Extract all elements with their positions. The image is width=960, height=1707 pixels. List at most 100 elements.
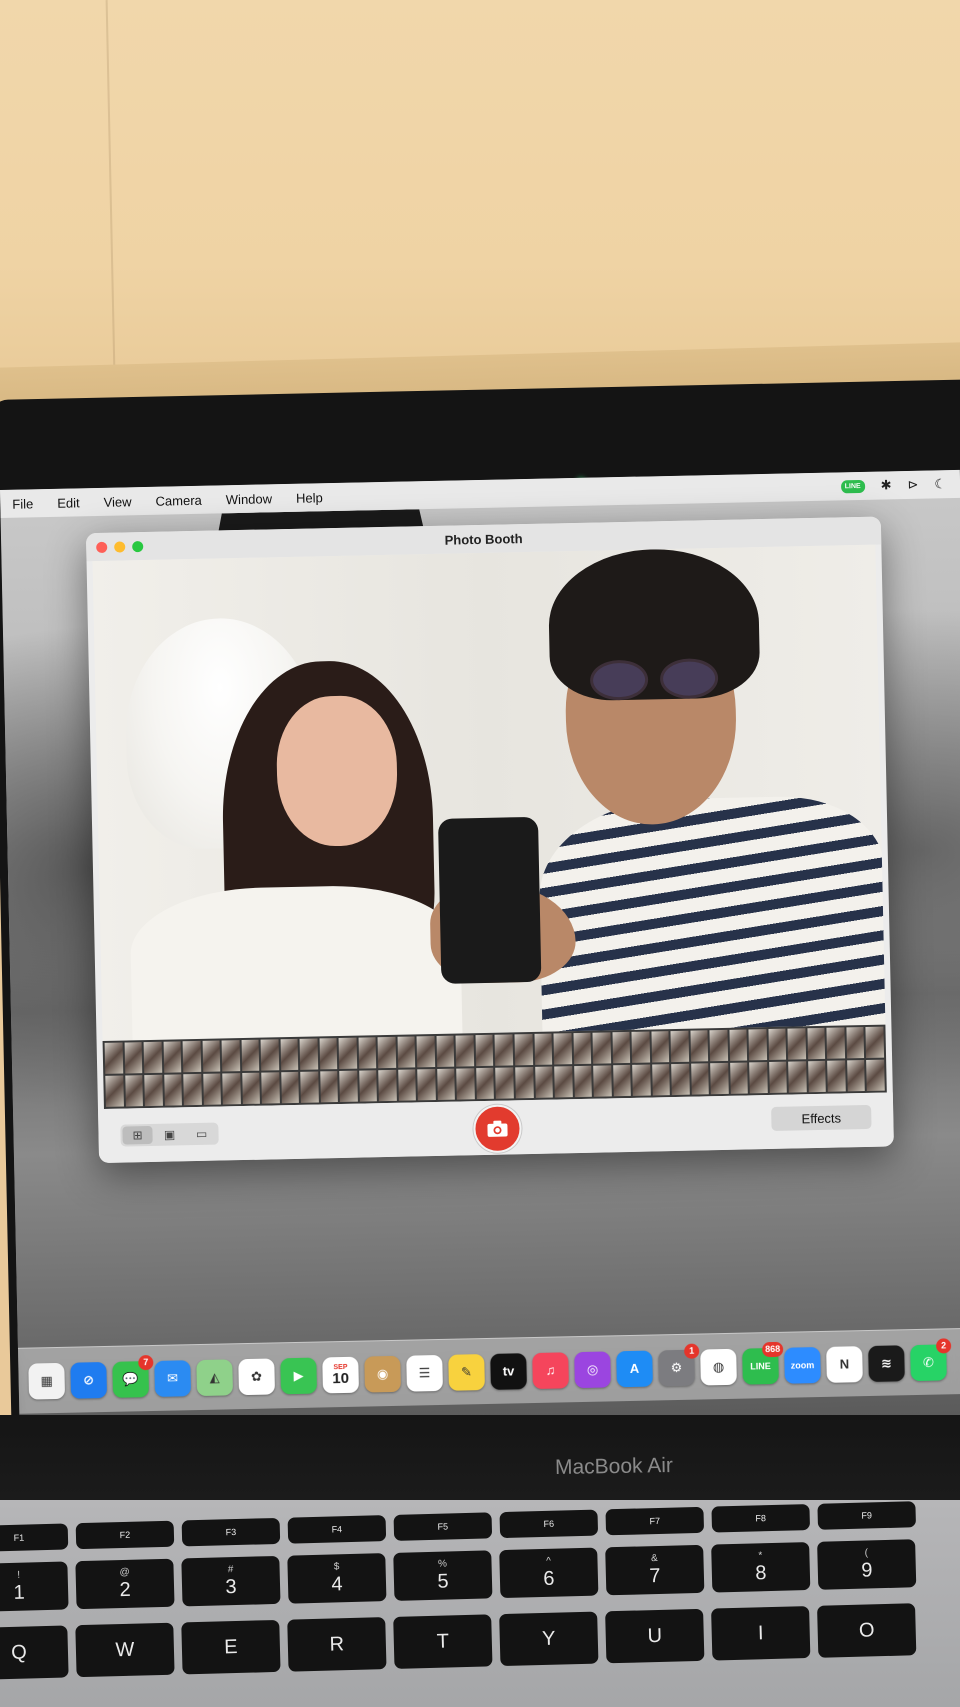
key-f9[interactable]: F9 [817,1501,917,1530]
close-button[interactable] [96,541,108,553]
photo-thumbnail[interactable] [808,1060,827,1093]
video-mode-icon[interactable]: ▭ [186,1125,216,1144]
photo-thumbnail[interactable] [416,1036,436,1068]
photo-thumbnail[interactable] [320,1071,339,1103]
menu-edit[interactable]: Edit [45,495,92,511]
key-2[interactable]: @2 [75,1558,175,1610]
line-status-icon[interactable]: LINE [840,479,865,493]
dock-app-spotify[interactable]: ≋ [868,1344,905,1382]
bluetooth-icon[interactable]: ✱ [880,477,891,493]
dock-app-maps[interactable]: ◭ [196,1358,234,1396]
zoom-button[interactable] [132,541,144,553]
photo-thumbnail[interactable] [398,1069,417,1101]
dock-app-podcasts[interactable]: ◎ [574,1350,611,1388]
photo-thumbnail[interactable] [651,1064,671,1096]
dock-app-mail[interactable]: ✉ [154,1359,192,1397]
photo-thumbnail[interactable] [768,1028,787,1061]
photo-thumbnail[interactable] [690,1063,710,1095]
dock-app-launchpad[interactable]: ▦ [28,1362,66,1400]
photo-thumbnail[interactable] [827,1060,846,1092]
dock-app-system-settings[interactable]: ⚙ 1 [658,1343,700,1386]
photo-thumbnail[interactable] [632,1064,651,1096]
menu-help[interactable]: Help [284,489,335,506]
dock-app-messages[interactable]: 💬 7 [112,1354,154,1398]
photo-thumbnail[interactable] [709,1029,728,1062]
dock-app-zoom[interactable]: zoom [784,1346,821,1384]
photo-thumbnail[interactable] [455,1035,475,1067]
photo-thumbnail[interactable] [397,1036,416,1068]
dock-app-app-store[interactable]: A [616,1350,653,1387]
key-f1[interactable]: F1 [0,1523,69,1552]
photo-thumbnail[interactable] [260,1039,279,1071]
key-9[interactable]: (9 [817,1539,917,1590]
photo-thumbnail[interactable] [534,1033,553,1065]
key-t[interactable]: T [393,1614,493,1669]
photo-thumbnail[interactable] [241,1039,260,1072]
key-f2[interactable]: F2 [75,1520,175,1550]
dock-app-calendar[interactable]: SEP 10 [322,1356,359,1393]
photo-thumbnail[interactable] [241,1072,261,1105]
key-5[interactable]: % 5 [393,1550,493,1601]
dock-app-facetime[interactable]: ▶ [280,1357,317,1394]
photo-thumbnail[interactable] [729,1062,749,1094]
key-i[interactable]: I [711,1606,811,1661]
dock-app-notion[interactable]: N [826,1345,863,1383]
photo-thumbnail[interactable] [359,1070,378,1102]
key-q[interactable]: Q [0,1625,69,1680]
menu-window[interactable]: Window [214,491,285,507]
photo-thumbnail[interactable] [826,1027,846,1059]
photo-thumbnail[interactable] [202,1073,222,1105]
photo-thumbnail[interactable] [436,1035,455,1067]
key-f8[interactable]: F8 [711,1504,811,1533]
photo-thumbnail[interactable] [261,1072,280,1104]
grid-mode-icon[interactable]: ⊞ [122,1125,153,1145]
photo-thumbnail[interactable] [612,1064,631,1097]
dock-app-reminders[interactable]: ☰ [406,1354,443,1392]
photo-thumbnail[interactable] [144,1074,163,1107]
photo-thumbnail[interactable] [280,1071,300,1104]
photo-thumbnail[interactable] [222,1073,241,1105]
photo-thumbnail[interactable] [339,1070,358,1103]
photo-thumbnail[interactable] [124,1042,143,1074]
dock-app-safari[interactable]: ⊘ [70,1361,108,1399]
photo-thumbnail[interactable] [768,1061,788,1094]
photo-thumbnail[interactable] [417,1069,436,1101]
minimize-button[interactable] [114,541,126,553]
photo-thumbnail[interactable] [182,1040,201,1073]
photo-thumbnail[interactable] [124,1075,143,1107]
photo-thumbnail[interactable] [105,1075,124,1107]
photo-thumbnail[interactable] [319,1038,338,1070]
photo-thumbnail[interactable] [300,1071,319,1103]
dock-app-music[interactable]: ♫ [532,1351,569,1389]
photo-thumbnail[interactable] [847,1060,866,1092]
photo-thumbnail[interactable] [475,1034,494,1067]
menu-file[interactable]: File [0,496,45,512]
photo-thumbnail[interactable] [788,1061,807,1093]
photo-thumbnail[interactable] [671,1063,690,1096]
photo-thumbnail[interactable] [592,1032,611,1064]
key-r[interactable]: R [287,1617,387,1672]
key-4[interactable]: $4 [287,1553,387,1604]
key-f3[interactable]: F3 [181,1517,281,1547]
key-f5[interactable]: F5 [393,1512,493,1541]
now-playing-icon[interactable]: ⊳ [907,477,918,493]
photo-thumbnail[interactable] [612,1031,631,1064]
photo-thumbnail[interactable] [846,1027,865,1059]
photo-thumbnail[interactable] [280,1038,299,1071]
dock-app-whatsapp[interactable]: ✆ 2 [910,1337,952,1381]
key-7[interactable]: & 7 [605,1544,705,1596]
photo-thumbnail[interactable] [514,1033,533,1066]
photo-thumbnail[interactable] [437,1068,456,1100]
key-8[interactable]: * 8 [711,1542,811,1593]
photo-thumbnail[interactable] [299,1038,318,1070]
key-3[interactable]: #3 [181,1555,281,1607]
photo-thumbnail[interactable] [670,1030,689,1063]
photo-thumbnail[interactable] [143,1041,162,1074]
key-f7[interactable]: F7 [605,1506,705,1536]
key-1[interactable]: ! 1 [0,1561,69,1612]
photo-thumbnail[interactable] [690,1030,709,1062]
photo-thumbnail[interactable] [495,1067,514,1099]
photo-thumbnail[interactable] [787,1028,806,1060]
dock-app-line[interactable]: LINE 868 [742,1341,784,1385]
key-f6[interactable]: F6 [499,1509,599,1539]
